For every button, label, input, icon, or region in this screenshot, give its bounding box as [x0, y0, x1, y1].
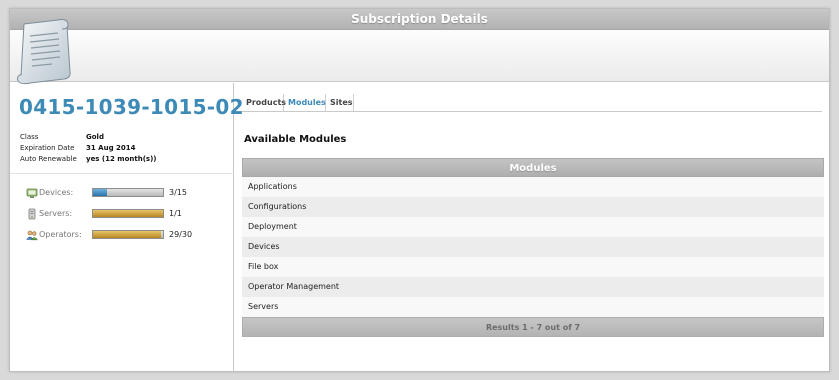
usage-label: Operators: [39, 230, 82, 239]
details-panel: Products Modules Sites Available Modules… [234, 83, 829, 371]
table-row[interactable]: Servers [242, 297, 824, 317]
operators-usage-bar [92, 230, 164, 239]
table-row[interactable]: Operator Management [242, 277, 824, 297]
usage-count: 29/30 [169, 230, 193, 239]
servers-usage-bar [92, 209, 164, 218]
usage-count: 3/15 [169, 188, 187, 197]
info-key: Class [20, 133, 39, 141]
table-row[interactable]: Applications [242, 177, 824, 197]
table-header: Modules [242, 158, 824, 177]
info-row-auto-renewable: Auto Renewable yes (12 month(s)) [20, 154, 156, 165]
devices-usage-bar [92, 188, 164, 197]
modules-table: Modules Applications Configurations Depl… [242, 158, 824, 337]
tab-modules[interactable]: Modules [284, 94, 326, 111]
divider [10, 173, 234, 174]
info-value: Gold [86, 133, 104, 141]
usage-bar-fill [93, 231, 161, 238]
usage-bar-fill [93, 189, 107, 196]
usage-label: Devices: [39, 188, 74, 197]
table-row[interactable]: File box [242, 257, 824, 277]
info-row-expiration-date: Expiration Date 31 Aug 2014 [20, 143, 136, 154]
pagination-summary: Results 1 - 7 out of 7 [242, 317, 824, 337]
table-row[interactable]: Configurations [242, 197, 824, 217]
tab-sites[interactable]: Sites [326, 94, 354, 111]
info-key: Auto Renewable [20, 155, 77, 163]
table-row[interactable]: Deployment [242, 217, 824, 237]
subscription-summary-panel: 0415-1039-1015-02 Class Gold Expiration D… [10, 83, 244, 371]
table-row[interactable]: Devices [242, 237, 824, 257]
section-title: Available Modules [244, 134, 347, 145]
tab-bar: Products Modules Sites [242, 94, 822, 112]
document-scroll-icon [17, 19, 71, 85]
usage-label: Servers: [39, 209, 73, 218]
servers-icon [28, 208, 36, 220]
operators-icon [26, 230, 38, 241]
info-value: yes (12 month(s)) [86, 155, 157, 163]
usage-count: 1/1 [169, 209, 182, 218]
window-title: Subscription Details [10, 9, 829, 30]
tab-products[interactable]: Products [242, 94, 286, 111]
info-row-class: Class Gold [20, 132, 104, 143]
subscription-id: 0415-1039-1015-02 [19, 95, 244, 119]
usage-bar-fill [93, 210, 163, 217]
header-banner [10, 19, 829, 85]
subscription-details-window: Subscription Details 0415-1039-1015-02 C… [9, 8, 830, 372]
info-key: Expiration Date [20, 144, 75, 152]
info-value: 31 Aug 2014 [86, 144, 136, 152]
devices-icon [26, 188, 38, 198]
